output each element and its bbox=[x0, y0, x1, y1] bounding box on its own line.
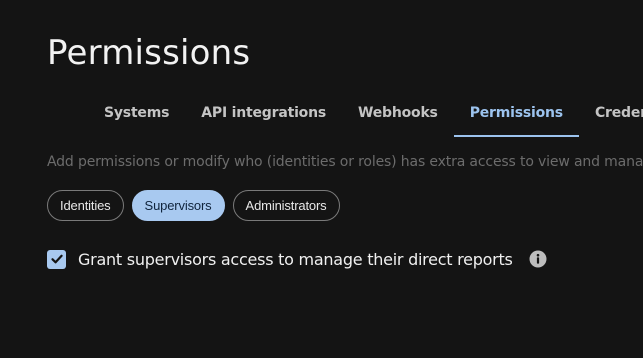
grant-supervisors-option: Grant supervisors access to manage their… bbox=[47, 248, 547, 270]
checkmark-icon bbox=[50, 254, 63, 264]
page-title: Permissions bbox=[47, 33, 251, 73]
permissions-description: Add permissions or modify who (identitie… bbox=[47, 154, 643, 170]
chip-supervisors[interactable]: Supervisors bbox=[131, 190, 225, 221]
info-icon[interactable] bbox=[529, 250, 547, 268]
chip-administrators[interactable]: Administrators bbox=[232, 190, 340, 221]
settings-tabs: Systems API integrations Webhooks Permis… bbox=[88, 92, 643, 138]
tab-systems[interactable]: Systems bbox=[88, 92, 185, 137]
permission-type-filter: Identities Supervisors Administrators bbox=[47, 190, 340, 221]
grant-supervisors-label: Grant supervisors access to manage their… bbox=[78, 249, 513, 269]
permissions-page: Permissions Systems API integrations Web… bbox=[0, 0, 643, 358]
grant-supervisors-checkbox[interactable] bbox=[47, 249, 66, 269]
tab-api-integrations[interactable]: API integrations bbox=[185, 92, 342, 137]
chip-identities[interactable]: Identities bbox=[47, 190, 124, 221]
tab-webhooks[interactable]: Webhooks bbox=[342, 92, 454, 137]
tab-permissions[interactable]: Permissions bbox=[453, 92, 580, 137]
tab-credentials[interactable]: Credentials bbox=[579, 92, 643, 137]
